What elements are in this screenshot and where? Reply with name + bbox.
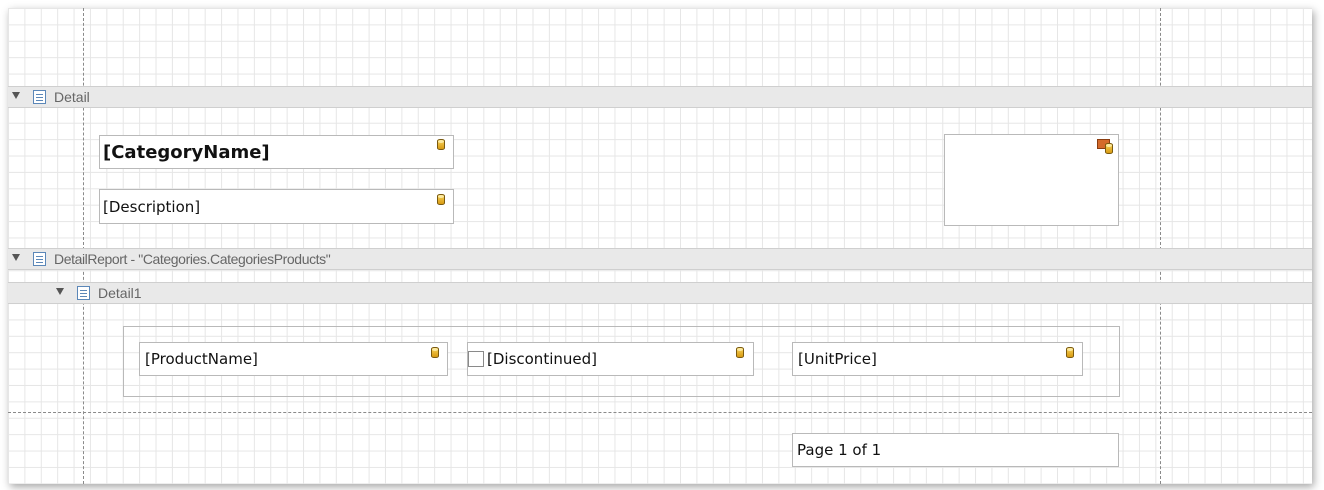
collapse-triangle-icon[interactable] [12,254,20,261]
checkbox-label: [Discontinued] [487,350,597,368]
band-header-detail-report[interactable]: DetailReport - "Categories.CategoriesPro… [8,248,1312,270]
band-icon [77,286,90,300]
database-icon [437,139,445,150]
database-icon [437,194,445,205]
band-icon [33,90,46,104]
picture-box-icon [1097,139,1114,154]
band-header-detail1[interactable]: Detail1 [8,282,1312,304]
collapse-triangle-icon[interactable] [12,92,20,99]
checkbox-icon[interactable] [468,351,484,367]
band-header-detail[interactable]: Detail [8,86,1312,108]
field-text: [ProductName] [145,350,258,368]
field-text: Page 1 of 1 [797,441,882,459]
band-label: DetailReport - "Categories.CategoriesPro… [54,251,331,267]
band-label: Detail1 [98,285,142,301]
band-label: Detail [54,89,90,105]
bottom-margin-guide [8,412,1312,413]
field-text: [UnitPrice] [798,350,877,368]
collapse-triangle-icon[interactable] [56,288,64,295]
report-design-surface[interactable]: Detail [CategoryName] [Description] Deta… [8,8,1312,484]
database-icon [431,347,439,358]
field-text: [Description] [103,197,201,216]
field-text: [Discontinued] [468,343,597,375]
discontinued-checkbox[interactable]: [Discontinued] [467,342,754,376]
picture-box[interactable] [944,134,1119,226]
database-icon [736,347,744,358]
field-text: [CategoryName] [103,141,270,163]
category-name-label[interactable]: [CategoryName] [99,135,454,169]
band-icon [33,252,46,266]
page-info[interactable]: Page 1 of 1 [792,433,1119,467]
unit-price-label[interactable]: [UnitPrice] [792,342,1083,376]
database-icon [1066,347,1074,358]
description-label[interactable]: [Description] [99,189,454,224]
product-name-label[interactable]: [ProductName] [139,342,448,376]
